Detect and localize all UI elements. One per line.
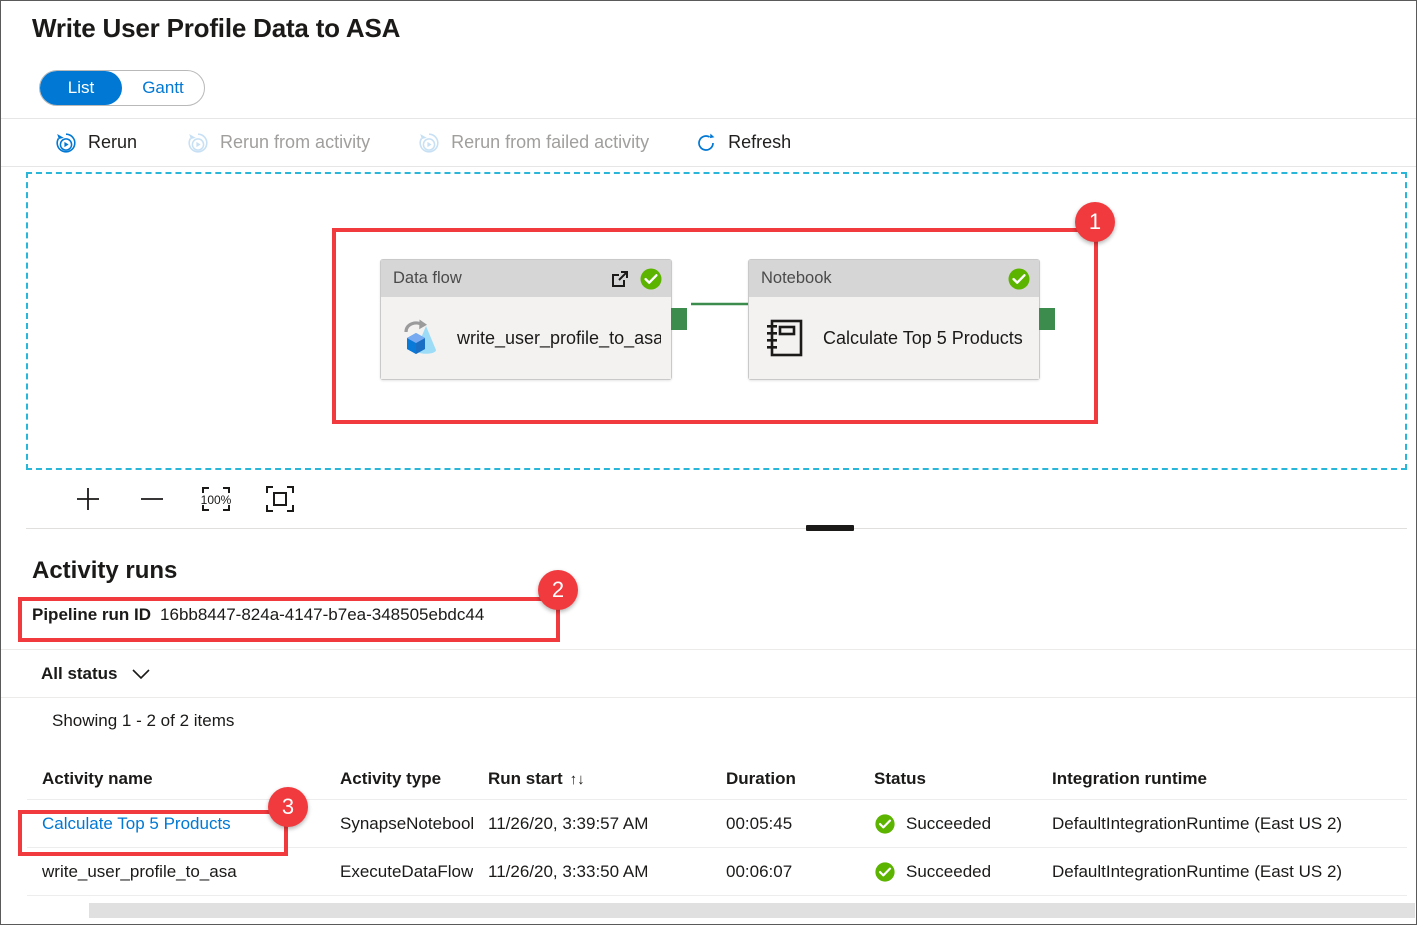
- column-header-run-start[interactable]: Run start ↑↓: [473, 769, 711, 789]
- rerun-from-failed-activity-label: Rerun from failed activity: [451, 132, 649, 153]
- rerun-from-activity-icon: [185, 130, 211, 156]
- duration-value: 00:05:45: [711, 814, 859, 834]
- column-header-activity-type[interactable]: Activity type: [325, 769, 473, 789]
- notebook-icon: [761, 314, 809, 362]
- refresh-label: Refresh: [728, 132, 791, 153]
- column-header-run-start-label: Run start: [488, 769, 563, 788]
- activity-name-value: write_user_profile_to_asa: [27, 862, 325, 882]
- pipeline-run-id: Pipeline run ID 16bb8447-824a-4147-b7ea-…: [32, 605, 484, 625]
- rerun-from-failed-activity-button[interactable]: Rerun from failed activity: [404, 119, 661, 166]
- pipeline-run-id-value: 16bb8447-824a-4147-b7ea-348505ebdc44: [160, 605, 484, 625]
- node-output-anchor[interactable]: [671, 308, 687, 330]
- horizontal-scrollbar[interactable]: [2, 899, 1415, 924]
- pipeline-run-monitor-page: Write User Profile Data to ASA List Gant…: [0, 0, 1417, 925]
- pipeline-node-data-flow[interactable]: Data flow: [380, 259, 672, 380]
- chevron-down-icon: [131, 667, 151, 681]
- rerun-button[interactable]: Rerun: [41, 119, 149, 166]
- rerun-from-failed-activity-icon: [416, 130, 442, 156]
- tab-list[interactable]: List: [40, 71, 122, 105]
- status-label: Succeeded: [906, 862, 991, 882]
- status-succeeded-icon: [639, 267, 663, 291]
- showing-count-text: Showing 1 - 2 of 2 items: [52, 711, 234, 731]
- status-succeeded-icon: [1007, 267, 1031, 291]
- activity-runs-table: Activity name Activity type Run start↑↓ …: [27, 758, 1407, 896]
- refresh-icon: [693, 130, 719, 156]
- integration-runtime-value: DefaultIntegrationRuntime (East US 2): [1037, 862, 1407, 882]
- run-start-value: 11/26/20, 3:39:57 AM: [473, 814, 711, 834]
- integration-runtime-value: DefaultIntegrationRuntime (East US 2): [1037, 814, 1407, 834]
- node-header: Data flow: [381, 260, 671, 297]
- status-badge: Succeeded: [859, 861, 1037, 883]
- column-header-status[interactable]: Status: [859, 769, 1037, 789]
- status-filter-dropdown[interactable]: All status: [41, 664, 151, 684]
- node-type-label: Data flow: [393, 269, 601, 288]
- zoom-to-fit-icon[interactable]: [260, 479, 300, 519]
- duration-value: 00:06:07: [711, 862, 859, 882]
- status-succeeded-icon: [874, 813, 896, 835]
- column-header-duration[interactable]: Duration: [711, 769, 859, 789]
- rerun-from-activity-label: Rerun from activity: [220, 132, 370, 153]
- pipeline-canvas[interactable]: Data flow: [26, 172, 1407, 470]
- node-type-label: Notebook: [761, 269, 999, 288]
- node-output-anchor[interactable]: [1039, 308, 1055, 330]
- view-toggle: List Gantt: [39, 70, 205, 106]
- data-flow-icon: [393, 313, 443, 363]
- rerun-icon: [53, 130, 79, 156]
- table-row[interactable]: Calculate Top 5 Products SynapseNotebook…: [27, 800, 1407, 848]
- run-start-value: 11/26/20, 3:33:50 AM: [473, 862, 711, 882]
- status-label: Succeeded: [906, 814, 991, 834]
- zoom-to-100-icon[interactable]: 100%: [196, 479, 236, 519]
- node-name-label: Calculate Top 5 Products: [823, 327, 1023, 350]
- svg-text:100%: 100%: [201, 493, 232, 507]
- pipeline-node-notebook[interactable]: Notebook: [748, 259, 1040, 380]
- node-body: Calculate Top 5 Products: [749, 297, 1039, 379]
- command-bar: Rerun Rerun from activity: [1, 118, 1416, 167]
- node-body: write_user_profile_to_asa: [381, 297, 671, 379]
- tab-gantt[interactable]: Gantt: [122, 71, 204, 105]
- status-badge: Succeeded: [859, 813, 1037, 835]
- horizontal-scrollbar-thumb[interactable]: [89, 903, 1415, 918]
- filter-bar: All status: [1, 649, 1416, 698]
- column-header-integration-runtime[interactable]: Integration runtime: [1037, 769, 1407, 789]
- canvas-zoom-controls: 100%: [26, 473, 1407, 525]
- rerun-from-activity-button[interactable]: Rerun from activity: [173, 119, 382, 166]
- table-header-row: Activity name Activity type Run start↑↓ …: [27, 758, 1407, 800]
- sort-ascending-descending-icon: ↑↓: [570, 771, 585, 788]
- activity-runs-title: Activity runs: [32, 557, 177, 585]
- pipeline-run-id-label: Pipeline run ID: [32, 605, 151, 625]
- panel-resize-handle[interactable]: [806, 525, 854, 531]
- status-filter-label: All status: [41, 664, 118, 684]
- annotation-badge-2: 2: [538, 570, 578, 610]
- panel-splitter: [26, 528, 1407, 529]
- zoom-in-icon[interactable]: [68, 479, 108, 519]
- activity-type-value: SynapseNotebook: [325, 814, 473, 834]
- column-header-activity-name[interactable]: Activity name: [27, 769, 325, 789]
- status-succeeded-icon: [874, 861, 896, 883]
- open-in-new-icon[interactable]: [609, 268, 631, 290]
- annotation-badge-3: 3: [268, 787, 308, 827]
- page-title: Write User Profile Data to ASA: [32, 13, 400, 44]
- table-row[interactable]: write_user_profile_to_asa ExecuteDataFlo…: [27, 848, 1407, 896]
- activity-type-value: ExecuteDataFlow: [325, 862, 473, 882]
- rerun-label: Rerun: [88, 132, 137, 153]
- zoom-out-icon[interactable]: [132, 479, 172, 519]
- node-name-label: write_user_profile_to_asa: [457, 327, 661, 350]
- refresh-button[interactable]: Refresh: [681, 119, 803, 166]
- annotation-badge-1: 1: [1075, 202, 1115, 242]
- node-header: Notebook: [749, 260, 1039, 297]
